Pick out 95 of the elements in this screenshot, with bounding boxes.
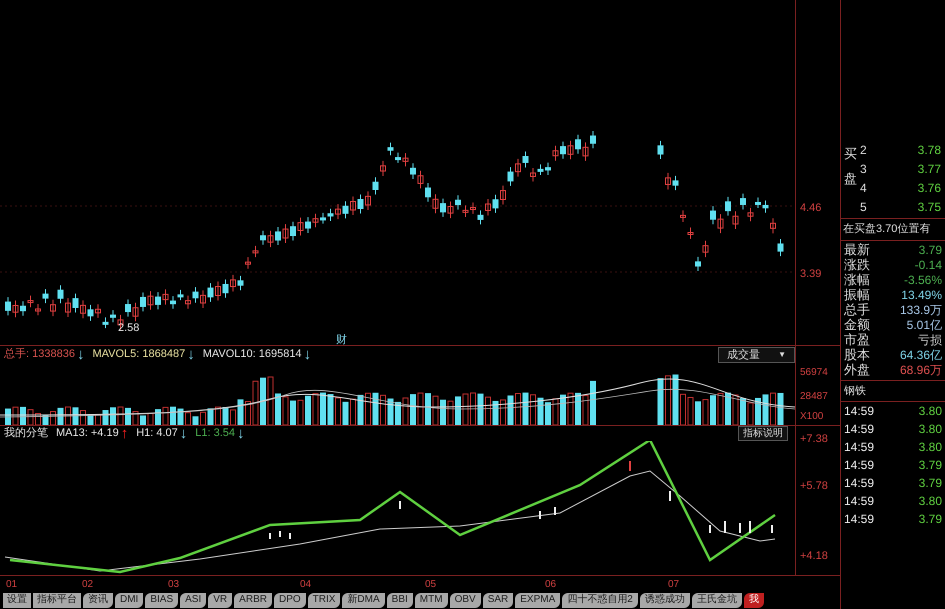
indicator-value: H1: 4.07 bbox=[136, 426, 178, 442]
trend-arrow: ↓ bbox=[304, 347, 312, 362]
stat-label: 外盘 bbox=[844, 361, 870, 380]
stat-value: 亏损 bbox=[918, 332, 942, 349]
trade-price: 3.80 bbox=[918, 403, 942, 420]
indicator-tab[interactable]: 资讯 bbox=[83, 592, 113, 608]
trade-time: 14:59 bbox=[844, 511, 874, 528]
sector-label: 钢铁 bbox=[841, 380, 945, 402]
stat-label: 最新 bbox=[844, 241, 870, 258]
indicator-tab[interactable]: 我 bbox=[744, 592, 764, 608]
event-marker: 财 bbox=[336, 334, 347, 345]
indicator-tab[interactable]: EXPMA bbox=[515, 592, 560, 608]
stat-value: -3.56% bbox=[904, 272, 942, 289]
indicator-tab[interactable]: DMI bbox=[115, 592, 144, 608]
order-notice: 在买盘3.70位置有 bbox=[841, 219, 945, 240]
price-axis-label: 3.39 bbox=[800, 267, 822, 282]
indicator-axis-label: +5.78 bbox=[800, 479, 828, 494]
date-label: 01 bbox=[6, 578, 18, 592]
stat-label: 涨跌 bbox=[844, 256, 870, 274]
indicator-tab[interactable]: BIAS bbox=[145, 592, 178, 608]
indicator-tab[interactable]: ARBR bbox=[234, 592, 272, 608]
low-price-label: 2.58 bbox=[118, 322, 140, 334]
trend-arrow: ↑ bbox=[120, 426, 128, 441]
indicator-value: MA13: +4.19 bbox=[56, 426, 119, 442]
stat-value: 3.79 bbox=[918, 242, 942, 259]
indicator-tab[interactable]: BBI bbox=[386, 592, 413, 608]
trade-time: 14:59 bbox=[844, 493, 874, 510]
trade-price: 3.79 bbox=[918, 457, 942, 474]
trend-arrow: ↓ bbox=[180, 426, 188, 441]
trend-arrow: ↓ bbox=[76, 347, 84, 362]
trade-time: 14:59 bbox=[844, 439, 874, 456]
stat-label: 股本 bbox=[844, 346, 870, 364]
indicator-tab[interactable]: OBV bbox=[450, 592, 481, 608]
trade-price: 3.79 bbox=[918, 511, 942, 528]
indicator-axis-label: +7.38 bbox=[800, 432, 828, 447]
order-price: 3.76 bbox=[918, 180, 941, 196]
date-label: 04 bbox=[300, 578, 312, 592]
trade-price: 3.80 bbox=[918, 439, 942, 456]
indicator-value: 我的分笔 bbox=[4, 426, 48, 442]
indicator-tab[interactable]: 诱惑成功 bbox=[640, 592, 690, 608]
indicator-axis-label: +4.18 bbox=[800, 549, 828, 564]
trade-time: 14:59 bbox=[844, 421, 874, 438]
trade-price: 3.80 bbox=[918, 421, 942, 438]
indicator-help-button[interactable]: 指标说明 bbox=[738, 426, 788, 441]
date-label: 07 bbox=[668, 578, 680, 592]
volume-axis-label: 56974 bbox=[800, 366, 828, 380]
stat-value: 13.49% bbox=[901, 287, 942, 304]
price-axis-label: 4.46 bbox=[800, 201, 822, 216]
trade-price: 3.79 bbox=[918, 475, 942, 492]
stat-label: 振幅 bbox=[844, 286, 870, 303]
date-label: 02 bbox=[82, 578, 94, 592]
toolbar-button[interactable]: 设置 bbox=[3, 592, 31, 608]
indicator-tab[interactable]: 四十不惑自用2 bbox=[562, 592, 638, 608]
order-level-number: 3 bbox=[860, 160, 867, 178]
date-label: 06 bbox=[545, 578, 556, 592]
date-label: 05 bbox=[425, 578, 436, 592]
indicator-tab[interactable]: MTM bbox=[414, 592, 448, 608]
stat-value: -0.14 bbox=[914, 257, 942, 274]
volume-indicator-value: MAVOL10: 1695814 bbox=[202, 347, 302, 362]
trade-time: 14:59 bbox=[844, 475, 874, 492]
volume-indicator-value: MAVOL5: 1868487 bbox=[92, 347, 186, 362]
order-side-label: 买盘 bbox=[844, 145, 857, 188]
volume-axis-label: 28487 bbox=[800, 390, 828, 404]
stat-label: 金额 bbox=[844, 316, 870, 333]
trade-time: 14:59 bbox=[844, 403, 874, 420]
stat-label: 涨幅 bbox=[844, 271, 870, 288]
order-level-number: 2 bbox=[860, 142, 867, 158]
indicator-tab[interactable]: DPO bbox=[274, 592, 306, 608]
indicator-tab[interactable]: 王氏金坑 bbox=[692, 592, 742, 608]
indicator-tab[interactable]: 新DMA bbox=[342, 592, 385, 608]
trade-price: 3.80 bbox=[918, 493, 942, 510]
order-price: 3.78 bbox=[918, 142, 941, 158]
indicator-tab[interactable]: TRIX bbox=[308, 592, 340, 608]
stat-value: 68.96万 bbox=[900, 362, 942, 379]
order-price: 3.77 bbox=[918, 160, 941, 178]
toolbar-button[interactable]: 指标平台 bbox=[33, 592, 81, 608]
stat-value: 133.9万 bbox=[900, 302, 942, 319]
stat-value: 5.01亿 bbox=[906, 317, 942, 334]
indicator-tab[interactable]: SAR bbox=[482, 592, 514, 608]
volume-selector[interactable]: 成交量 ▼ bbox=[718, 347, 795, 363]
order-price: 3.75 bbox=[918, 198, 941, 216]
date-label: 03 bbox=[168, 578, 180, 592]
volume-axis-label: X100 bbox=[800, 410, 824, 424]
trend-arrow: ↓ bbox=[237, 426, 245, 441]
indicator-tab[interactable]: VR bbox=[208, 592, 232, 608]
stat-value: 64.36亿 bbox=[900, 347, 942, 364]
stat-label: 市盈 bbox=[844, 331, 870, 348]
trade-time: 14:59 bbox=[844, 457, 874, 474]
stat-label: 总手 bbox=[844, 301, 870, 318]
trend-arrow: ↓ bbox=[187, 347, 195, 362]
order-level-number: 5 bbox=[860, 198, 867, 216]
volume-indicator-value: 总手: 1338836 bbox=[4, 347, 75, 362]
indicator-tab[interactable]: ASI bbox=[180, 592, 206, 608]
indicator-value: L1: 3.54 bbox=[195, 426, 236, 442]
order-level-number: 4 bbox=[860, 180, 867, 196]
